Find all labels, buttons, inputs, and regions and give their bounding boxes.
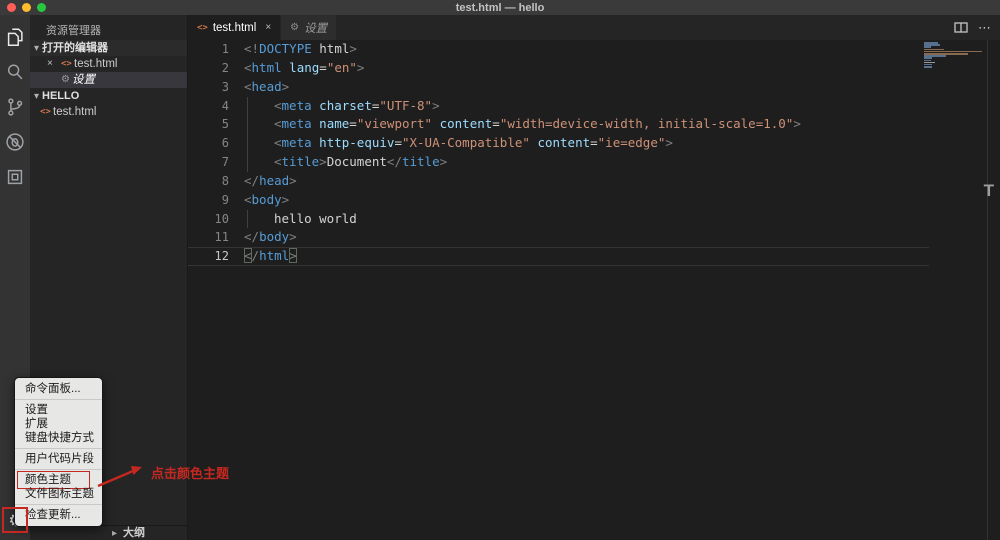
chevron-down-icon[interactable]: ▾ xyxy=(34,43,39,54)
window-title: test.html — hello xyxy=(456,2,545,14)
settings-gear-icon: ⚙ xyxy=(290,22,299,33)
indent-guide xyxy=(247,210,248,229)
code-line-4[interactable]: 4<meta charset="UTF-8"> xyxy=(188,97,929,116)
line-number: 9 xyxy=(188,191,244,210)
editor-actions: ⋯ xyxy=(954,15,992,40)
code-line-11[interactable]: 11</body> xyxy=(188,228,929,247)
menu-item-file-icon-theme[interactable]: 文件图标主题 xyxy=(15,487,102,501)
menu-separator xyxy=(15,448,102,449)
code-line-12[interactable]: 12</html> xyxy=(188,247,929,266)
code-line-9[interactable]: 9<body> xyxy=(188,191,929,210)
gear-highlight-box xyxy=(2,507,28,533)
html-file-icon: <> xyxy=(197,23,208,33)
line-number: 12 xyxy=(188,247,244,266)
line-number: 1 xyxy=(188,40,244,59)
line-number: 2 xyxy=(188,59,244,78)
annotation-arrow xyxy=(95,462,147,490)
code-line-2[interactable]: 2<html lang="en"> xyxy=(188,59,929,78)
line-number: 3 xyxy=(188,78,244,97)
sidebar-title: 资源管理器 xyxy=(46,22,101,38)
menu-item-extensions[interactable]: 扩展 xyxy=(15,417,102,431)
open-editor-item-settings[interactable]: ⚙ 设置 xyxy=(30,72,187,88)
line-number: 6 xyxy=(188,134,244,153)
code-line-6[interactable]: 6<meta http-equiv="X-UA-Compatible" cont… xyxy=(188,134,929,153)
code-line-7[interactable]: 7<title>Document</title> xyxy=(188,153,929,172)
code-line-10[interactable]: 10hello world xyxy=(188,210,929,229)
line-number: 7 xyxy=(188,153,244,172)
vscode-window: test.html — hello ⚙ 资源管理器 ▾打开的编辑器 × <> t… xyxy=(0,0,1000,540)
extensions-icon[interactable] xyxy=(4,166,26,188)
annotation-text: 点击颜色主题 xyxy=(151,463,229,482)
editor-right-border xyxy=(987,40,988,540)
code-line-8[interactable]: 8</head> xyxy=(188,172,929,191)
folder-section-header[interactable]: ▾HELLO xyxy=(30,88,187,104)
indent-guide xyxy=(247,97,248,116)
title-bar: test.html — hello xyxy=(0,0,1000,15)
close-icon[interactable]: × xyxy=(265,22,271,33)
line-number: 10 xyxy=(188,210,244,229)
chevron-right-icon[interactable]: ▸ xyxy=(112,526,117,540)
open-editors-header[interactable]: ▾打开的编辑器 xyxy=(30,40,187,56)
debug-icon[interactable] xyxy=(4,131,26,153)
line-number: 4 xyxy=(188,97,244,116)
minimap-line xyxy=(924,66,932,68)
code-editor[interactable]: 1<!DOCTYPE html>2<html lang="en">3<head>… xyxy=(188,40,1000,266)
tab-settings[interactable]: ⚙ 设置 xyxy=(280,15,336,40)
close-window-button[interactable] xyxy=(7,3,16,12)
html-file-icon: <> xyxy=(40,104,51,120)
files-icon[interactable] xyxy=(4,26,26,48)
html-file-icon: <> xyxy=(61,56,72,72)
code-line-5[interactable]: 5<meta name="viewport" content="width=de… xyxy=(188,115,929,134)
menu-item-color-theme[interactable]: 颜色主题 xyxy=(15,473,102,487)
stray-letter: T xyxy=(984,181,994,201)
open-editor-item-testhtml[interactable]: × <> test.html xyxy=(30,56,187,72)
menu-item-user-snippets[interactable]: 用户代码片段 xyxy=(15,452,102,466)
chevron-down-icon[interactable]: ▾ xyxy=(34,91,39,102)
minimize-window-button[interactable] xyxy=(22,3,31,12)
outline-section-header[interactable]: ▸ 大纲 xyxy=(30,525,187,540)
line-number: 5 xyxy=(188,115,244,134)
minimap[interactable] xyxy=(924,42,986,68)
line-number: 11 xyxy=(188,228,244,247)
menu-item-keyboard-shortcuts[interactable]: 键盘快捷方式 xyxy=(15,431,102,445)
menu-item-check-updates[interactable]: 检查更新... xyxy=(15,508,102,522)
file-item-testhtml[interactable]: <> test.html xyxy=(30,104,187,120)
indent-guide xyxy=(247,153,248,172)
source-control-icon[interactable] xyxy=(4,96,26,118)
indent-guide xyxy=(247,115,248,134)
more-actions-icon[interactable]: ⋯ xyxy=(978,23,992,33)
menu-item-command-palette[interactable]: 命令面板... xyxy=(15,382,102,396)
menu-item-settings[interactable]: 设置 xyxy=(15,403,102,417)
search-icon[interactable] xyxy=(4,61,26,83)
menu-separator xyxy=(15,399,102,400)
line-number: 8 xyxy=(188,172,244,191)
editor-group: <> test.html × ⚙ 设置 ⋯ 1<!DOCTYPE html>2<… xyxy=(187,15,1000,540)
menu-separator xyxy=(15,469,102,470)
tab-bar: <> test.html × ⚙ 设置 ⋯ xyxy=(188,15,1000,40)
close-icon[interactable]: × xyxy=(47,56,53,72)
maximize-window-button[interactable] xyxy=(37,3,46,12)
menu-separator xyxy=(15,504,102,505)
indent-guide xyxy=(247,134,248,153)
tab-testhtml[interactable]: <> test.html × xyxy=(188,15,280,40)
split-editor-icon[interactable] xyxy=(954,22,968,33)
settings-gear-icon: ⚙ xyxy=(61,72,70,88)
code-line-1[interactable]: 1<!DOCTYPE html> xyxy=(188,40,929,59)
manage-context-menu: 命令面板... 设置扩展键盘快捷方式用户代码片段颜色主题文件图标主题检查更新... xyxy=(14,377,103,527)
code-line-3[interactable]: 3<head> xyxy=(188,78,929,97)
